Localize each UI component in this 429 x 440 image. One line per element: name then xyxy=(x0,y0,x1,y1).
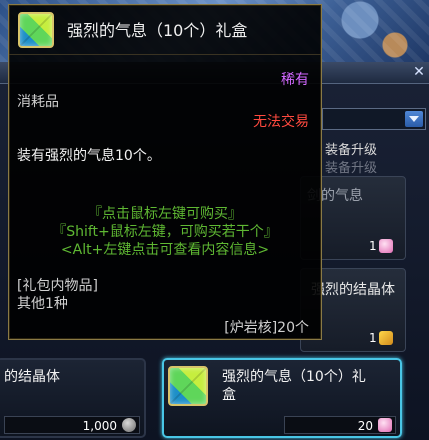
currency-cost: [炉岩核]20个 xyxy=(224,320,309,336)
list-item-count: 1 xyxy=(369,239,377,253)
alt-view-hint: <Alt+左键点击可查看内容信息> xyxy=(60,242,270,258)
shop-item-name: 的结晶体 xyxy=(4,369,60,385)
shop-item-slot[interactable]: 的结晶体 1,000 xyxy=(0,358,146,438)
gem-icon xyxy=(379,239,393,253)
list-item-label: 强烈的结晶体 xyxy=(311,282,395,298)
price-bar: 1,000 xyxy=(4,416,140,434)
close-icon[interactable]: ✕ xyxy=(412,64,426,80)
shop-item-price: 1,000 xyxy=(82,419,117,433)
shop-item-price: 20 xyxy=(357,419,373,433)
rarity-label: 稀有 xyxy=(281,72,309,88)
chevron-down-icon[interactable] xyxy=(405,111,423,127)
contents-header: [礼包内物品] xyxy=(17,278,98,294)
price-bar: 20 xyxy=(284,416,396,434)
category-dropdown[interactable] xyxy=(322,108,426,130)
buy-hint: 『点击鼠标左键可购买』 xyxy=(88,206,242,222)
trade-status-label: 无法交易 xyxy=(253,114,309,130)
tooltip-header: 强烈的气息（10个）礼盒 xyxy=(9,5,321,55)
coin-icon xyxy=(122,418,136,432)
contents-other: 其他1种 xyxy=(17,296,68,312)
shop-item-name: 强烈的气息（10个）礼 盒 xyxy=(222,369,366,403)
item-description: 装有强烈的气息10个。 xyxy=(17,148,161,164)
upgrade-label: 装备升级 xyxy=(325,143,378,158)
gift-box-icon xyxy=(18,12,54,48)
list-item-count: 1 xyxy=(369,331,377,345)
gem-icon xyxy=(378,418,392,432)
item-type-label: 消耗品 xyxy=(17,94,59,110)
item-tooltip: 强烈的气息（10个）礼盒 稀有 消耗品 无法交易 装有强烈的气息10个。 『点击… xyxy=(8,4,322,340)
shop-item-slot-selected[interactable]: 强烈的气息（10个）礼 盒 20 xyxy=(162,358,402,438)
shift-buy-hint: 『Shift+鼠标左键，可购买若干个』 xyxy=(52,224,278,240)
core-icon xyxy=(379,331,393,345)
gift-box-icon xyxy=(168,366,208,406)
item-title: 强烈的气息（10个）礼盒 xyxy=(67,21,248,40)
